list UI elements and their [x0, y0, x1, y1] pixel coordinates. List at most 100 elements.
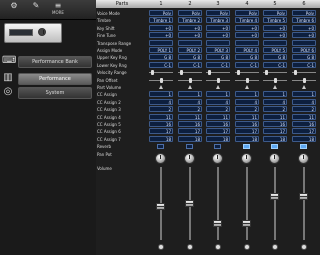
reverb-toggle[interactable]: [186, 144, 193, 149]
cc6-field[interactable]: 17: [206, 128, 230, 134]
part-volume-marker[interactable]: [245, 85, 249, 89]
slider-thumb[interactable]: [151, 70, 154, 75]
pan-knob[interactable]: [298, 153, 309, 164]
velocity-range-slider[interactable]: [292, 70, 316, 75]
cc2-field[interactable]: 4: [178, 99, 202, 105]
lower-key-rng-field[interactable]: C-1: [235, 62, 259, 68]
settings-button[interactable]: ⚙: [6, 1, 22, 18]
key-shift-field[interactable]: +0: [263, 25, 287, 31]
key-shift-field[interactable]: +0: [178, 25, 202, 31]
lower-key-rng-field[interactable]: C-1: [149, 62, 173, 68]
volume-fader[interactable]: [270, 193, 279, 200]
assign-mode-field[interactable]: POLY 6: [292, 47, 316, 53]
key-shift-field[interactable]: +0: [235, 25, 259, 31]
cc2-field[interactable]: 4: [292, 99, 316, 105]
upper-key-rng-field[interactable]: G 8: [292, 54, 316, 60]
cc6-field[interactable]: 17: [149, 128, 173, 134]
sidebar-item-performance-bank[interactable]: ⌨ Performance Bank: [0, 55, 96, 68]
part-select-button[interactable]: [215, 244, 221, 250]
assign-mode-field[interactable]: POLY 3: [206, 47, 230, 53]
sidebar-item-performance[interactable]: ▥ Performance: [0, 72, 96, 85]
part-volume-marker[interactable]: [159, 85, 163, 89]
fine-tune-field[interactable]: +0: [263, 32, 287, 38]
velocity-range-slider[interactable]: [149, 70, 173, 75]
cc4-field[interactable]: 11: [235, 114, 259, 120]
velocity-range-slider[interactable]: [263, 70, 287, 75]
slider-thumb[interactable]: [274, 78, 277, 83]
cc1-field[interactable]: 1: [149, 91, 173, 97]
lower-key-rng-field[interactable]: C-1: [178, 62, 202, 68]
cc3-field[interactable]: 2: [292, 106, 316, 112]
cc2-field[interactable]: 4: [206, 99, 230, 105]
part-select-button[interactable]: [187, 244, 193, 250]
assign-mode-field[interactable]: POLY 4: [235, 47, 259, 53]
timbre-field[interactable]: Timbre 4: [235, 17, 259, 23]
upper-key-rng-field[interactable]: G 8: [178, 54, 202, 60]
cc7-field[interactable]: 18: [178, 136, 202, 142]
pan-offset-slider[interactable]: [149, 78, 173, 83]
assign-mode-field[interactable]: POLY 1: [149, 47, 173, 53]
part-select-button[interactable]: [272, 244, 278, 250]
cc4-field[interactable]: 11: [178, 114, 202, 120]
velocity-range-slider[interactable]: [178, 70, 202, 75]
volume-fader[interactable]: [242, 220, 251, 227]
volume-fader[interactable]: [185, 200, 194, 207]
cc1-field[interactable]: 1: [206, 91, 230, 97]
voice-mode-field[interactable]: Poly: [178, 10, 202, 16]
timbre-field[interactable]: Timbre 5: [263, 17, 287, 23]
reverb-toggle[interactable]: [243, 144, 250, 149]
slider-thumb[interactable]: [237, 70, 240, 75]
cc7-field[interactable]: 18: [235, 136, 259, 142]
cc3-field[interactable]: 2: [149, 106, 173, 112]
cc2-field[interactable]: 4: [235, 99, 259, 105]
slider-thumb[interactable]: [208, 70, 211, 75]
cc1-field[interactable]: 1: [178, 91, 202, 97]
upper-key-rng-field[interactable]: G 8: [149, 54, 173, 60]
volume-fader[interactable]: [156, 203, 165, 210]
pan-offset-slider[interactable]: [235, 78, 259, 83]
cc5-field[interactable]: 16: [178, 121, 202, 127]
fine-tune-field[interactable]: +0: [235, 32, 259, 38]
cc7-field[interactable]: 18: [292, 136, 316, 142]
lower-key-rng-field[interactable]: C-1: [263, 62, 287, 68]
cc5-field[interactable]: 16: [292, 121, 316, 127]
pan-offset-slider[interactable]: [292, 78, 316, 83]
timbre-field[interactable]: Timbre 2: [178, 17, 202, 23]
cc7-field[interactable]: 18: [149, 136, 173, 142]
slider-thumb[interactable]: [265, 70, 268, 75]
volume-fader[interactable]: [299, 193, 308, 200]
pan-knob[interactable]: [155, 153, 166, 164]
transpose-range-field[interactable]: [292, 40, 316, 46]
upper-key-rng-field[interactable]: G 8: [235, 54, 259, 60]
cc3-field[interactable]: 2: [178, 106, 202, 112]
slider-thumb[interactable]: [180, 70, 183, 75]
upper-key-rng-field[interactable]: G 8: [206, 54, 230, 60]
pan-offset-slider[interactable]: [206, 78, 230, 83]
cc3-field[interactable]: 2: [235, 106, 259, 112]
timbre-field[interactable]: Timbre 3: [206, 17, 230, 23]
lower-key-rng-field[interactable]: C-1: [292, 62, 316, 68]
timbre-field[interactable]: Timbre 1: [149, 17, 173, 23]
cc3-field[interactable]: 2: [263, 106, 287, 112]
slider-thumb[interactable]: [303, 78, 306, 83]
cc4-field[interactable]: 11: [206, 114, 230, 120]
timbre-field[interactable]: Timbre 6: [292, 17, 316, 23]
sidebar-item-system[interactable]: ◎ System: [0, 86, 96, 99]
cc1-field[interactable]: 1: [263, 91, 287, 97]
part-select-button[interactable]: [244, 244, 250, 250]
cc5-field[interactable]: 16: [206, 121, 230, 127]
part-volume-marker[interactable]: [188, 85, 192, 89]
cc7-field[interactable]: 18: [263, 136, 287, 142]
slider-thumb[interactable]: [294, 70, 297, 75]
reverb-toggle[interactable]: [214, 144, 221, 149]
slider-thumb[interactable]: [246, 78, 249, 83]
reverb-toggle[interactable]: [271, 144, 278, 149]
assign-mode-field[interactable]: POLY 5: [263, 47, 287, 53]
assign-mode-field[interactable]: POLY 2: [178, 47, 202, 53]
part-volume-marker[interactable]: [273, 85, 277, 89]
key-shift-field[interactable]: +0: [206, 25, 230, 31]
voice-mode-field[interactable]: Poly: [235, 10, 259, 16]
edit-button[interactable]: ✎: [28, 1, 44, 18]
more-button[interactable]: ≡ MORE: [50, 1, 66, 18]
cc3-field[interactable]: 2: [206, 106, 230, 112]
